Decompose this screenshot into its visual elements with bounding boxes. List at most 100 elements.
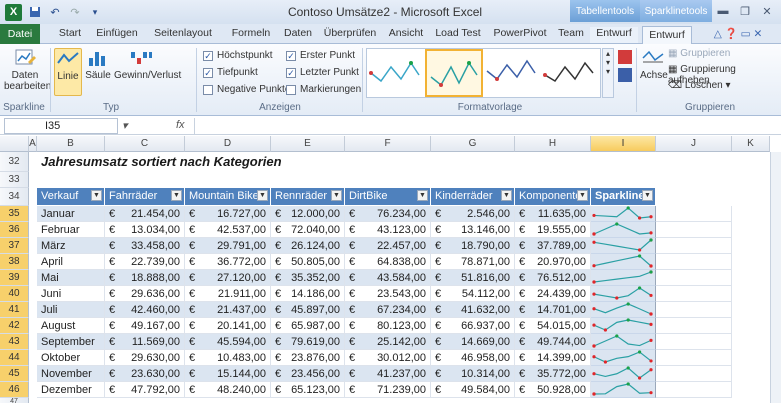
sparkline-cell[interactable] <box>591 382 656 398</box>
header-fahrraeder[interactable]: Fahrräder ▼ <box>105 188 185 206</box>
filter-dropdown-icon[interactable]: ▼ <box>331 190 342 201</box>
value-cell[interactable]: €54.015,00 <box>515 318 591 334</box>
row-header[interactable]: 41 <box>0 302 29 318</box>
value-cell[interactable]: €33.458,00 <box>105 238 185 254</box>
check-tiefpunkt[interactable]: ✓ Tiefpunkt <box>203 67 258 78</box>
row-header[interactable]: 35 <box>0 206 29 222</box>
column-header-d[interactable]: D <box>185 136 271 152</box>
row-header[interactable]: 37 <box>0 238 29 254</box>
tab-ansicht[interactable]: Ansicht <box>384 27 428 43</box>
empty-cell[interactable] <box>656 350 732 366</box>
value-cell[interactable]: €10.483,00 <box>185 350 271 366</box>
restore-icon[interactable]: ❐ <box>734 3 756 19</box>
value-cell[interactable]: €49.744,00 <box>515 334 591 350</box>
filter-dropdown-icon[interactable]: ▼ <box>257 190 268 201</box>
row-header[interactable]: 42 <box>0 318 29 334</box>
sparkline-cell[interactable] <box>591 366 656 382</box>
check-markierungen[interactable]: Markierungen <box>286 84 361 95</box>
minimize-icon[interactable]: ▬ <box>712 3 734 19</box>
empty-cell[interactable] <box>656 254 732 270</box>
style-option-2-selected[interactable] <box>425 49 483 97</box>
value-cell[interactable]: €21.437,00 <box>185 302 271 318</box>
value-cell[interactable]: €47.792,00 <box>105 382 185 398</box>
linie-button[interactable]: Linie <box>54 48 82 96</box>
value-cell[interactable]: €18.790,00 <box>431 238 515 254</box>
value-cell[interactable]: €21.911,00 <box>185 286 271 302</box>
ribbon-help-controls[interactable]: △ ❓ ▭ ✕ <box>700 27 776 43</box>
value-cell[interactable]: €45.594,00 <box>185 334 271 350</box>
row-header-32[interactable]: 32 <box>0 152 29 172</box>
tab-entwurf-sparkline[interactable]: Entwurf <box>642 26 692 44</box>
month-cell[interactable]: Oktober <box>37 350 105 366</box>
row-header[interactable]: 46 <box>0 382 29 398</box>
value-cell[interactable]: €29.791,00 <box>185 238 271 254</box>
saeule-button[interactable]: Säule <box>84 48 112 96</box>
filter-dropdown-icon[interactable]: ▼ <box>577 190 588 201</box>
row-header[interactable]: 36 <box>0 222 29 238</box>
column-header-j[interactable]: J <box>656 136 732 152</box>
filter-dropdown-icon[interactable]: ▼ <box>417 190 428 201</box>
value-cell[interactable]: €16.727,00 <box>185 206 271 222</box>
row-header[interactable]: 44 <box>0 350 29 366</box>
value-cell[interactable]: €23.876,00 <box>271 350 345 366</box>
tab-datei[interactable]: Datei <box>0 24 40 44</box>
gewinn-verlust-button[interactable]: Gewinn/Verlust <box>114 48 181 96</box>
value-cell[interactable]: €11.569,00 <box>105 334 185 350</box>
value-cell[interactable]: €36.772,00 <box>185 254 271 270</box>
empty-cell[interactable] <box>656 286 732 302</box>
value-cell[interactable]: €23.630,00 <box>105 366 185 382</box>
header-kinderraeder[interactable]: Kinderräder ▼ <box>431 188 515 206</box>
empty-cell[interactable] <box>656 206 732 222</box>
value-cell[interactable]: €18.888,00 <box>105 270 185 286</box>
header-mountain-bike[interactable]: Mountain Bike ▼ <box>185 188 271 206</box>
value-cell[interactable]: €42.537,00 <box>185 222 271 238</box>
row-header[interactable]: 45 <box>0 366 29 382</box>
save-icon[interactable] <box>28 5 42 19</box>
sparkline-cell[interactable] <box>591 206 656 222</box>
header-verkauf[interactable]: Verkauf ▼ <box>37 188 105 206</box>
value-cell[interactable]: €14.701,00 <box>515 302 591 318</box>
tab-start[interactable]: Start <box>52 27 88 43</box>
loeschen-button[interactable]: ⌫ Löschen ▾ <box>668 80 776 91</box>
value-cell[interactable]: €76.512,00 <box>515 270 591 286</box>
value-cell[interactable]: €67.234,00 <box>345 302 431 318</box>
redo-icon[interactable]: ↷ <box>68 5 82 19</box>
column-header-b[interactable]: B <box>37 136 105 152</box>
value-cell[interactable]: €71.239,00 <box>345 382 431 398</box>
tab-formeln[interactable]: Formeln <box>228 27 274 43</box>
formula-input[interactable] <box>194 118 770 134</box>
value-cell[interactable]: €12.000,00 <box>271 206 345 222</box>
value-cell[interactable]: €50.805,00 <box>271 254 345 270</box>
sparkline-cell[interactable] <box>591 286 656 302</box>
tab-load-test[interactable]: Load Test <box>432 27 484 43</box>
value-cell[interactable]: €23.456,00 <box>271 366 345 382</box>
value-cell[interactable]: €13.034,00 <box>105 222 185 238</box>
column-header-g[interactable]: G <box>431 136 515 152</box>
value-cell[interactable]: €23.543,00 <box>345 286 431 302</box>
value-cell[interactable]: €29.630,00 <box>105 350 185 366</box>
insert-function-icon[interactable]: fx <box>176 119 185 131</box>
value-cell[interactable]: €54.112,00 <box>431 286 515 302</box>
header-komponenten[interactable]: Komponenten ▼ <box>515 188 591 206</box>
header-dirtbike[interactable]: DirtBike ▼ <box>345 188 431 206</box>
value-cell[interactable]: €10.314,00 <box>431 366 515 382</box>
month-cell[interactable]: August <box>37 318 105 334</box>
value-cell[interactable]: €11.635,00 <box>515 206 591 222</box>
filter-dropdown-icon[interactable]: ▼ <box>642 190 653 201</box>
value-cell[interactable]: €20.970,00 <box>515 254 591 270</box>
filter-dropdown-icon[interactable]: ▼ <box>91 190 102 201</box>
header-rennraeder[interactable]: Rennräder ▼ <box>271 188 345 206</box>
sparkline-color-icon[interactable] <box>618 50 632 64</box>
row-header[interactable]: 40 <box>0 286 29 302</box>
month-cell[interactable]: Mai <box>37 270 105 286</box>
daten-bearbeiten-button[interactable]: Daten bearbeiten <box>4 48 51 96</box>
namebox-dropdown-icon[interactable]: ▾ <box>122 119 128 132</box>
value-cell[interactable]: €79.619,00 <box>271 334 345 350</box>
value-cell[interactable]: €20.141,00 <box>185 318 271 334</box>
month-cell[interactable]: Januar <box>37 206 105 222</box>
tab-einfuegen[interactable]: Einfügen <box>92 27 142 43</box>
value-cell[interactable]: €2.546,00 <box>431 206 515 222</box>
column-header-h[interactable]: H <box>515 136 591 152</box>
value-cell[interactable]: €26.124,00 <box>271 238 345 254</box>
value-cell[interactable]: €43.584,00 <box>345 270 431 286</box>
